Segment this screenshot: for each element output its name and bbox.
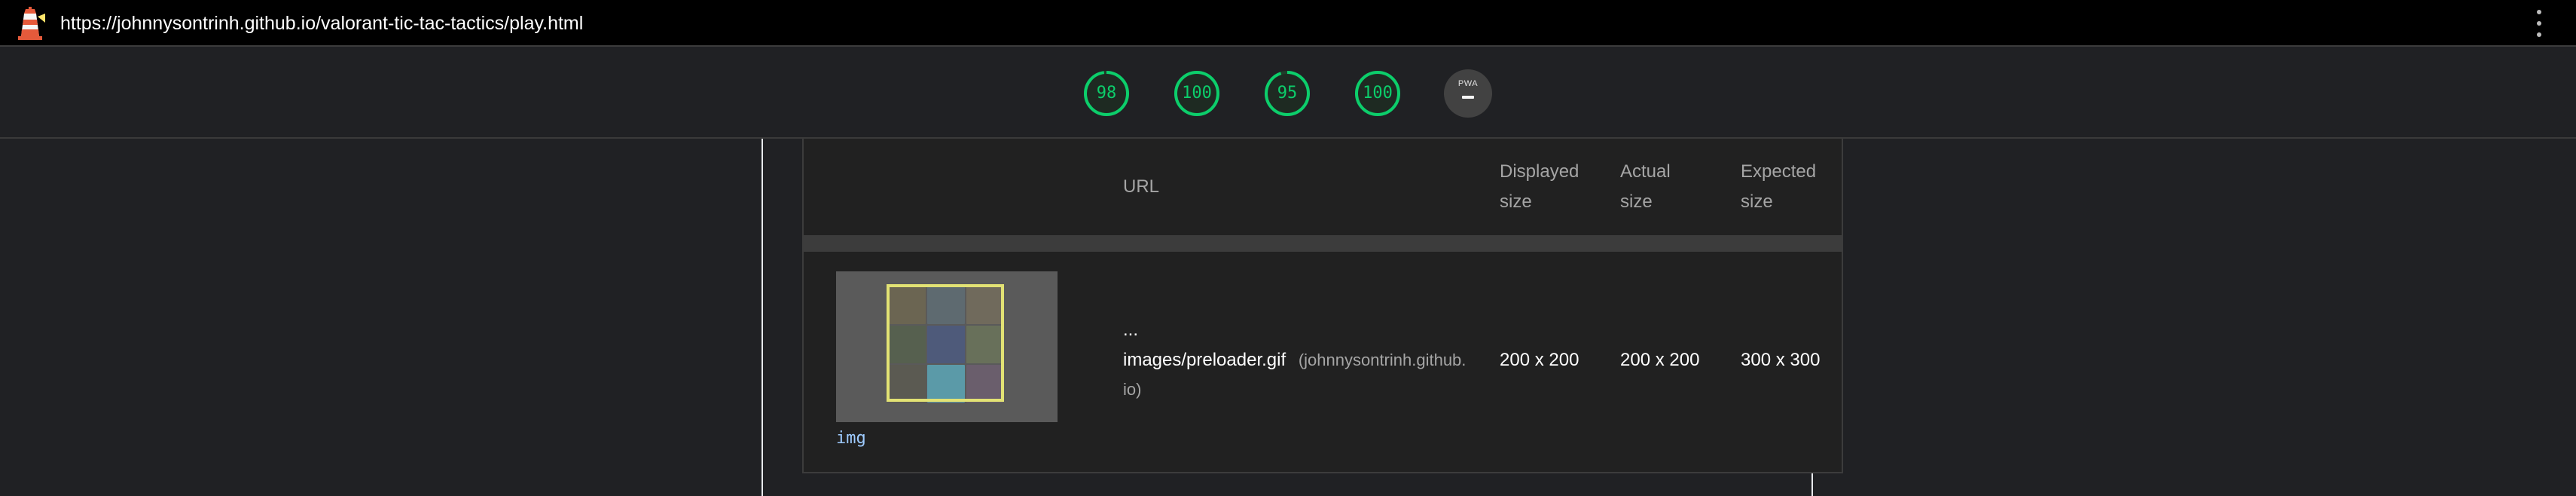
score-gauge-seo[interactable]: 100: [1354, 69, 1402, 118]
score-gauge-accessibility[interactable]: 100: [1173, 69, 1221, 118]
header-divider: [804, 235, 1842, 252]
audit-table: URL Displayed size Actual size Expected …: [802, 139, 1843, 473]
kebab-menu-icon[interactable]: [2529, 10, 2549, 37]
header-line: size: [1620, 191, 1653, 212]
score-value: 95: [1277, 84, 1298, 103]
header-line: Displayed: [1500, 161, 1579, 182]
expected-size-value: 300 x 300: [1741, 350, 1821, 370]
header-line: Actual: [1620, 161, 1671, 182]
score-value: 100: [1182, 84, 1212, 103]
column-header-displayed-size: Displayed size: [1500, 157, 1579, 217]
url-cell[interactable]: images/preloader.gif (johnnysontrinh.git…: [1123, 350, 1466, 371]
score-gauges: 98 100 95 100 PWA: [0, 47, 2576, 139]
guide-line-left: [762, 139, 763, 496]
score-value: 98: [1096, 84, 1117, 103]
header-line: Expected: [1741, 161, 1817, 182]
url-path: images/preloader.gif: [1123, 350, 1286, 370]
url-origin-continued: io): [1123, 380, 1142, 399]
url-ellipsis: ...: [1123, 320, 1139, 340]
column-header-url: URL: [1123, 176, 1160, 197]
pwa-dash-icon: [1462, 96, 1474, 99]
score-gauge-best-practices[interactable]: 95: [1263, 69, 1311, 118]
node-label[interactable]: img: [836, 429, 866, 448]
displayed-size-value: 200 x 200: [1500, 350, 1579, 370]
header-line: size: [1741, 191, 1773, 212]
column-header-actual-size: Actual size: [1620, 157, 1671, 217]
actual-size-value: 200 x 200: [1620, 350, 1700, 370]
address-bar: https://johnnysontrinh.github.io/valoran…: [0, 0, 2576, 47]
pwa-badge[interactable]: PWA: [1444, 69, 1492, 118]
score-value: 100: [1363, 84, 1393, 103]
lighthouse-icon: [15, 6, 45, 41]
url-origin: (johnnysontrinh.github.: [1298, 351, 1467, 369]
column-header-expected-size: Expected size: [1741, 157, 1816, 217]
header-line: size: [1500, 191, 1532, 212]
element-screenshot-thumbnail[interactable]: [836, 271, 1058, 422]
score-gauge-performance[interactable]: 98: [1082, 69, 1131, 118]
page-url[interactable]: https://johnnysontrinh.github.io/valoran…: [60, 0, 583, 47]
element-highlight-box: [887, 284, 1004, 402]
pwa-label: PWA: [1457, 79, 1479, 88]
